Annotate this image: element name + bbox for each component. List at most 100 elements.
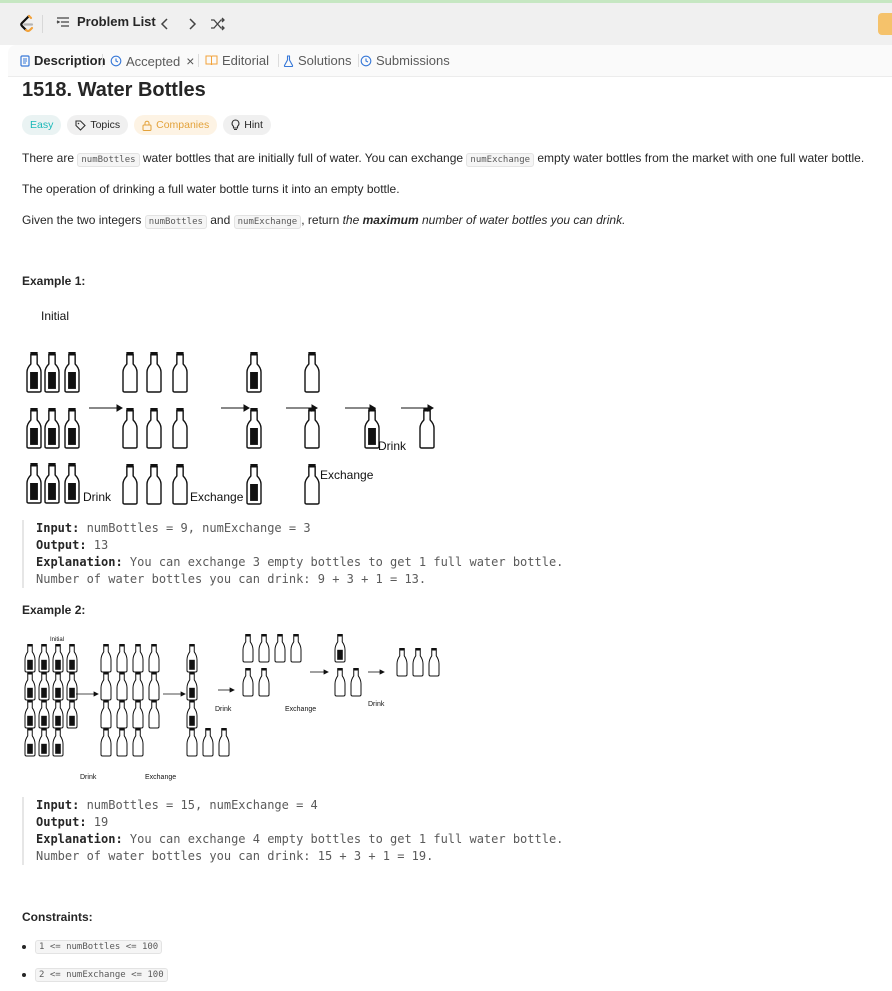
avatar[interactable] bbox=[878, 13, 892, 35]
fig-label-exchange: Exchange bbox=[190, 490, 244, 504]
empty-bottle bbox=[148, 645, 160, 673]
empty-bottle bbox=[146, 466, 162, 505]
empty-bottle bbox=[146, 354, 162, 393]
list-icon bbox=[56, 16, 69, 27]
top-navbar: Problem List bbox=[0, 3, 892, 45]
empty-bottle bbox=[100, 673, 112, 701]
empty-bottle bbox=[116, 673, 128, 701]
lock-icon bbox=[142, 120, 152, 131]
empty-bottle bbox=[132, 729, 144, 757]
empty-bottle bbox=[412, 649, 424, 677]
problem-list-button[interactable]: Problem List bbox=[56, 14, 156, 29]
empty-bottle bbox=[116, 701, 128, 729]
empty-bottle bbox=[304, 466, 320, 505]
empty-bottle bbox=[116, 645, 128, 673]
empty-bottle bbox=[350, 669, 362, 697]
empty-bottle bbox=[122, 466, 138, 505]
fig-label-drink: Drink bbox=[215, 706, 232, 713]
constraints-heading: Constraints: bbox=[22, 910, 93, 924]
book-icon bbox=[205, 55, 218, 66]
empty-bottle bbox=[186, 729, 198, 757]
empty-bottle bbox=[116, 729, 128, 757]
empty-bottle bbox=[172, 410, 188, 449]
fig-label-exchange: Exchange bbox=[320, 468, 374, 482]
empty-bottle bbox=[132, 645, 144, 673]
leetcode-logo-icon[interactable] bbox=[16, 13, 38, 35]
example-2-heading: Example 2: bbox=[22, 603, 86, 617]
fig-label-exchange: Exchange bbox=[145, 774, 176, 781]
empty-bottle bbox=[242, 635, 254, 663]
empty-bottle bbox=[122, 354, 138, 393]
hint-tag[interactable]: Hint bbox=[223, 115, 271, 135]
list-item: 2 <= numExchange <= 100 bbox=[22, 968, 168, 982]
tab-editorial[interactable]: Editorial bbox=[205, 53, 269, 68]
tag-icon bbox=[75, 119, 87, 131]
inline-code: numBottles bbox=[144, 215, 207, 229]
example-2-diagram: Initial Drink Exchange Drink Exchange Dr… bbox=[24, 634, 440, 781]
empty-bottle bbox=[172, 354, 188, 393]
problem-list-label: Problem List bbox=[77, 14, 156, 29]
topics-tag[interactable]: Topics bbox=[67, 115, 129, 135]
close-icon[interactable]: × bbox=[186, 53, 194, 69]
empty-bottle bbox=[100, 645, 112, 673]
fig-label-drink: Drink bbox=[368, 701, 385, 708]
chevron-right-icon[interactable] bbox=[182, 14, 202, 34]
topbar-divider bbox=[42, 15, 43, 33]
fig-label-drink: Drink bbox=[80, 774, 97, 781]
history-icon bbox=[110, 55, 122, 67]
tab-divider bbox=[198, 54, 199, 67]
empty-bottle bbox=[122, 410, 138, 449]
empty-bottle bbox=[334, 669, 346, 697]
empty-bottle bbox=[146, 410, 162, 449]
empty-bottle bbox=[290, 635, 302, 663]
empty-bottle bbox=[218, 729, 230, 757]
empty-bottle bbox=[148, 701, 160, 729]
empty-bottle bbox=[419, 410, 435, 449]
fig-label-initial: Initial bbox=[50, 637, 64, 643]
empty-bottle bbox=[172, 466, 188, 505]
empty-bottle bbox=[304, 354, 320, 393]
inline-code: numExchange bbox=[233, 215, 302, 229]
empty-bottle bbox=[258, 635, 270, 663]
empty-bottle bbox=[100, 701, 112, 729]
tab-divider bbox=[278, 54, 279, 67]
tab-description[interactable]: Description bbox=[20, 53, 106, 68]
empty-bottle bbox=[132, 673, 144, 701]
empty-bottle bbox=[258, 669, 270, 697]
tab-accepted[interactable]: Accepted × bbox=[110, 53, 194, 69]
flask-icon bbox=[283, 54, 294, 67]
empty-bottle bbox=[396, 649, 408, 677]
list-item: 1 <= numBottles <= 100 bbox=[22, 940, 163, 954]
fig-label-exchange: Exchange bbox=[285, 706, 316, 713]
empty-bottle bbox=[132, 701, 144, 729]
empty-bottle bbox=[304, 410, 320, 449]
tab-solutions[interactable]: Solutions bbox=[283, 53, 351, 68]
inline-code: numExchange bbox=[466, 153, 535, 167]
fig-label-initial: Initial bbox=[41, 309, 69, 323]
fig-label-drink: Drink bbox=[83, 490, 112, 504]
empty-bottle bbox=[202, 729, 214, 757]
description-paragraph-1: There are numBottles water bottles that … bbox=[22, 151, 865, 167]
empty-bottle bbox=[148, 673, 160, 701]
problem-tags: Easy Topics Companies Hint bbox=[22, 115, 277, 135]
tab-submissions[interactable]: Submissions bbox=[360, 53, 450, 68]
example-2-code: Input: numBottles = 15, numExchange = 4 … bbox=[22, 797, 563, 865]
empty-bottle bbox=[428, 649, 440, 677]
description-paragraph-2: The operation of drinking a full water b… bbox=[22, 182, 400, 196]
page-title[interactable]: 1518. Water Bottles bbox=[22, 79, 206, 102]
empty-bottle bbox=[274, 635, 286, 663]
history-icon bbox=[360, 55, 372, 66]
inline-code: 2 <= numExchange <= 100 bbox=[35, 968, 168, 982]
companies-tag[interactable]: Companies bbox=[134, 115, 218, 135]
inline-code: 1 <= numBottles <= 100 bbox=[35, 940, 163, 954]
tab-divider bbox=[358, 54, 359, 67]
empty-bottle bbox=[100, 729, 112, 757]
example-1-diagram: Initial Drink Exchange Exchange Drink bbox=[26, 309, 435, 505]
tab-divider bbox=[102, 54, 103, 67]
chevron-left-icon[interactable] bbox=[155, 14, 175, 34]
shuffle-icon[interactable] bbox=[208, 14, 228, 34]
difficulty-badge: Easy bbox=[22, 115, 62, 135]
lightbulb-icon bbox=[231, 119, 240, 131]
fig-label-drink: Drink bbox=[378, 439, 407, 453]
description-paragraph-3: Given the two integers numBottles and nu… bbox=[22, 213, 626, 229]
